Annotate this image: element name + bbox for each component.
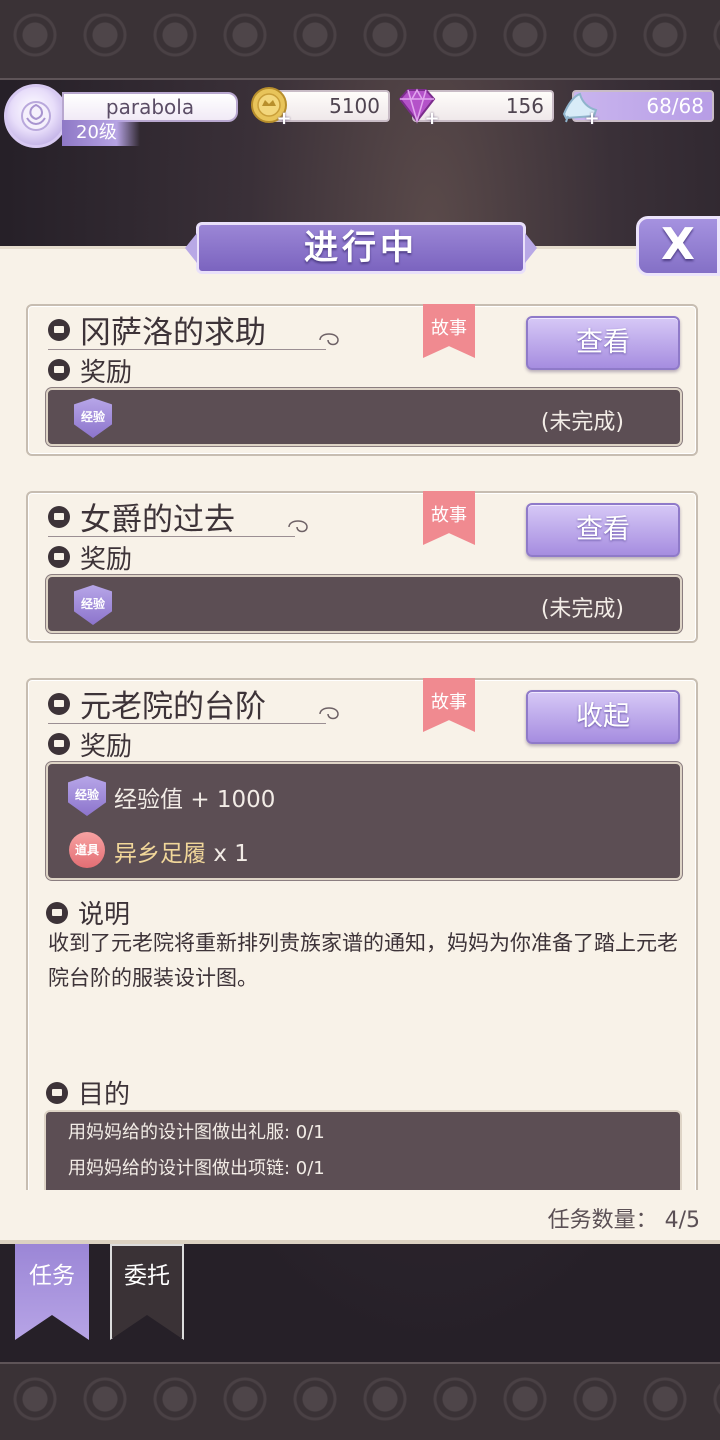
quest-card-1: 冈萨洛的求助 故事 查看 奖励 经验 (未完成) <box>26 304 698 456</box>
bottom-lace-border <box>0 1362 720 1440</box>
quest-title-row: 女爵的过去 <box>48 497 308 538</box>
story-tag: 故事 <box>423 304 475 358</box>
view-button[interactable]: 查看 <box>526 316 680 370</box>
collapse-button[interactable]: 收起 <box>526 690 680 744</box>
player-name: parabola <box>62 92 238 122</box>
quest-title-row: 元老院的台阶 <box>48 684 339 725</box>
reward-box: 经验 (未完成) <box>46 575 682 633</box>
reward-box: 经验 (未完成) <box>46 388 682 446</box>
gift-icon <box>48 733 70 755</box>
crown-icon <box>48 692 70 715</box>
swirl-icon <box>319 333 339 346</box>
reward-label: 奖励 <box>80 544 133 575</box>
reward-label: 奖励 <box>80 357 133 388</box>
quest-status: (未完成) <box>540 410 624 435</box>
task-count: 任务数量： 4/5 <box>547 1208 700 1233</box>
reward-item: 经验值 + 1000 <box>114 780 275 814</box>
story-tag: 故事 <box>423 678 475 732</box>
player-level: 20级 <box>62 120 140 146</box>
exp-badge-icon: 经验 <box>68 776 106 816</box>
item-badge-icon: 道具 <box>69 832 105 868</box>
rose-icon <box>21 101 51 131</box>
swirl-icon <box>319 707 339 720</box>
panel-title: 进行中 <box>185 222 537 274</box>
gift-icon <box>48 359 70 381</box>
reward-item: 异乡足履 x 1 <box>114 834 249 868</box>
goal-label-row: 目的 <box>46 1074 130 1111</box>
reward-label-row: 奖励 <box>48 541 133 575</box>
quest-title: 冈萨洛的求助 <box>80 315 266 351</box>
add-gem-icon[interactable]: + <box>424 110 440 128</box>
close-button[interactable]: X <box>636 216 720 276</box>
goal-box: 用妈妈给的设计图做出礼服: 0/1 用妈妈给的设计图做出项链: 0/1 <box>44 1110 682 1190</box>
reward-name: 异乡足履 <box>114 841 206 867</box>
speech-bubble-icon <box>46 901 68 924</box>
top-lace-border <box>0 0 720 80</box>
goal-item: 用妈妈给的设计图做出项链: 0/1 <box>68 1158 325 1179</box>
crown-icon <box>48 318 70 341</box>
quest-title: 元老院的台阶 <box>80 689 266 725</box>
quest-description: 收到了元老院将重新排列贵族家谱的通知，妈妈为你准备了踏上元老院台阶的服装设计图。 <box>48 931 678 990</box>
reward-label-row: 奖励 <box>48 728 133 762</box>
add-gold-icon[interactable]: + <box>276 110 292 128</box>
quest-title: 女爵的过去 <box>80 502 235 538</box>
reward-label-row: 奖励 <box>48 354 133 388</box>
quest-card-2: 女爵的过去 故事 查看 奖励 经验 (未完成) <box>26 491 698 643</box>
goal-item: 用妈妈给的设计图做出礼服: 0/1 <box>68 1122 325 1143</box>
exp-badge-icon: 经验 <box>74 398 112 438</box>
quest-status: (未完成) <box>540 597 624 622</box>
avatar[interactable] <box>4 84 68 148</box>
exp-badge-icon: 经验 <box>74 585 112 625</box>
reward-name: 经验值 <box>114 787 183 813</box>
story-tag: 故事 <box>423 491 475 545</box>
reward-amount: + 1000 <box>190 787 276 813</box>
view-button[interactable]: 查看 <box>526 503 680 557</box>
panel-bottom-edge <box>0 1240 720 1244</box>
swirl-icon <box>288 520 308 533</box>
add-stamina-icon[interactable]: + <box>584 110 600 128</box>
gift-icon <box>48 546 70 568</box>
quest-title-row: 冈萨洛的求助 <box>48 310 339 351</box>
reward-label: 奖励 <box>80 731 133 762</box>
reward-amount: x 1 <box>213 841 249 867</box>
crown-icon <box>48 505 70 528</box>
goal-label: 目的 <box>78 1080 131 1110</box>
reward-box: 经验 经验值 + 1000 道具 异乡足履 x 1 <box>46 762 682 880</box>
exclamation-icon <box>46 1081 68 1104</box>
